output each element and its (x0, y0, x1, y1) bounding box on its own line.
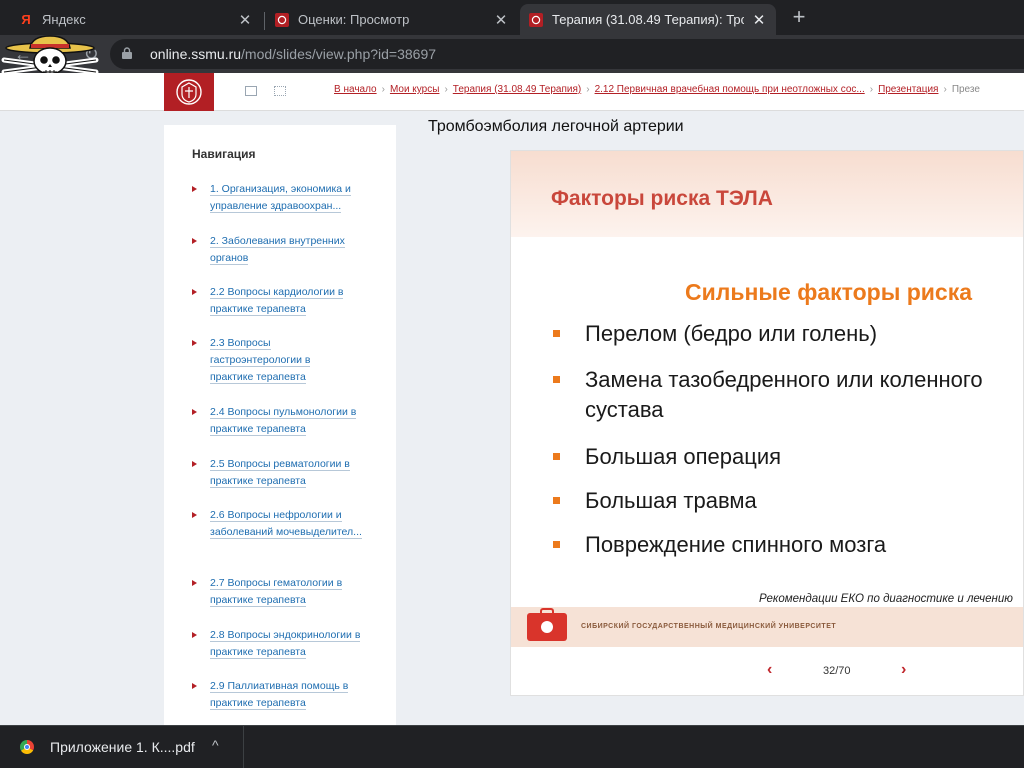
breadcrumb-section[interactable]: 2.12 Первичная врачебная помощь при неот… (595, 84, 865, 95)
triangle-right-icon (192, 461, 197, 467)
slide-bullet: Замена тазобедренного или коленного суста… (553, 365, 983, 425)
university-crest-icon (528, 12, 544, 28)
bullet-square-icon (553, 497, 560, 504)
chrome-icon (20, 740, 34, 754)
lock-icon (122, 47, 132, 59)
slide-bullet: Повреждение спинного мозга (553, 530, 886, 560)
nav-item-cardiology[interactable]: 2.2 Вопросы кардиологии в практике терап… (192, 284, 382, 318)
close-icon[interactable]: ✕ (492, 11, 510, 29)
tab-therapy-active[interactable]: Терапия (31.08.49 Терапия): Тро ✕ (520, 4, 776, 35)
nav-item-nephrology[interactable]: 2.6 Вопросы нефрологии и заболеваний моч… (192, 507, 364, 541)
tab-title: Оценки: Просмотр (298, 12, 410, 27)
university-name: СИБИРСКИЙ ГОСУДАРСТВЕННЫЙ МЕДИЦИНСКИЙ УН… (581, 623, 837, 630)
plus-icon[interactable]: + (786, 5, 812, 31)
triangle-right-icon (192, 289, 197, 295)
address-path: /mod/slides/view.php?id=38697 (241, 46, 437, 62)
yandex-favicon-icon: Я (21, 12, 31, 27)
tab-divider (264, 12, 265, 30)
bullet-square-icon (553, 541, 560, 548)
tab-yandex[interactable]: Я Яндекс ✕ (10, 4, 262, 35)
browser-tab-strip: Я Яндекс ✕ Оценки: Просмотр ✕ Терапия (3… (0, 0, 1024, 35)
triangle-right-icon (192, 340, 197, 346)
breadcrumb-home[interactable]: В начало (334, 84, 377, 95)
bullet-square-icon (553, 376, 560, 383)
tab-title: Терапия (31.08.49 Терапия): Тро (552, 12, 744, 27)
bullet-square-icon (553, 453, 560, 460)
nav-item-palliative-care[interactable]: 2.9 Паллиативная помощь в практике терап… (192, 678, 382, 712)
slide-subheading: Сильные факторы риска (685, 279, 973, 305)
slide-header: Факторы риска ТЭЛА (511, 151, 1023, 237)
slide-footer: СИБИРСКИЙ ГОСУДАРСТВЕННЫЙ МЕДИЦИНСКИЙ УН… (511, 607, 1023, 647)
breadcrumb-my-courses[interactable]: Мои курсы (390, 84, 440, 95)
chevron-right-icon[interactable]: › (901, 661, 906, 679)
nav-item-hematology[interactable]: 2.7 Вопросы гематологии в практике терап… (192, 575, 382, 609)
slide-heading: Факторы риска ТЭЛА (551, 187, 773, 210)
slide-pager: ‹ 32/70 › (511, 647, 1023, 695)
university-crest-icon[interactable] (164, 73, 214, 111)
triangle-right-icon (192, 512, 197, 518)
nav-item-internal-diseases[interactable]: 2. Заболевания внутренних органов (192, 233, 382, 267)
slide-body: Сильные факторы риска Перелом (бедро или… (511, 237, 1023, 607)
tab-title: Яндекс (42, 12, 86, 27)
mail-icon[interactable] (245, 86, 257, 96)
breadcrumb-presentation[interactable]: Презентация (878, 84, 938, 95)
triangle-right-icon (192, 238, 197, 244)
slide-counter: 32/70 (823, 665, 851, 677)
slide-reference: Рекомендации ЕКО по диагностике и лечени… (759, 593, 1013, 605)
nav-item-organization[interactable]: 1. Организация, экономика и управление з… (192, 181, 382, 215)
triangle-right-icon (192, 409, 197, 415)
slide-bullet: Большая травма (553, 486, 757, 516)
triangle-right-icon (192, 632, 197, 638)
chevron-left-icon[interactable]: ‹ (767, 661, 772, 679)
nav-item-pulmonology[interactable]: 2.4 Вопросы пульмонологии в практике тер… (192, 404, 382, 438)
triangle-right-icon (192, 683, 197, 689)
first-aid-kit-icon (527, 608, 567, 641)
slide-bullet: Большая операция (553, 442, 781, 472)
triangle-right-icon (192, 186, 197, 192)
address-bar[interactable]: online.ssmu.ru/mod/slides/view.php?id=38… (110, 39, 1024, 69)
navigation-title: Навигация (192, 147, 256, 161)
close-icon[interactable]: ✕ (236, 11, 254, 29)
chevron-up-icon[interactable]: ^ (212, 737, 219, 753)
download-item[interactable]: Приложение 1. К....pdf ^ (0, 726, 244, 768)
site-header: В начало › Мои курсы › Терапия (31.08.49 Тер… (0, 73, 1024, 111)
nav-item-gastroenterology[interactable]: 2.3 Вопросы гастроэнтерологии в практике… (192, 335, 342, 386)
straw-hat-skull-logo (0, 34, 100, 78)
address-url: online.ssmu.ru/mod/slides/view.php?id=38… (150, 46, 436, 62)
web-page: В начало › Мои курсы › Терапия (31.08.49 Тер… (0, 73, 1024, 725)
breadcrumb: В начало › Мои курсы › Терапия (31.08.49 Тер… (334, 84, 980, 95)
breadcrumb-course[interactable]: Терапия (31.08.49 Терапия) (453, 84, 581, 95)
nav-item-rheumatology[interactable]: 2.5 Вопросы ревматологии в практике тера… (192, 456, 382, 490)
navigation-block: Навигация 1. Организация, экономика и уп… (164, 125, 396, 725)
slide-bullet: Перелом (бедро или голень) (553, 319, 877, 349)
bullet-square-icon (553, 330, 560, 337)
triangle-right-icon (192, 580, 197, 586)
address-host: online.ssmu.ru (150, 46, 242, 62)
browser-toolbar: ← ↻ online.ssmu.ru/mod/slides/view.php?i… (0, 35, 1024, 73)
download-filename: Приложение 1. К....pdf (50, 739, 195, 755)
close-icon[interactable]: ✕ (750, 11, 768, 29)
grid-icon[interactable] (274, 86, 286, 96)
download-bar: Приложение 1. К....pdf ^ (0, 725, 1024, 768)
university-crest-icon (274, 12, 290, 28)
presentation-slide: Факторы риска ТЭЛА Сильные факторы риска… (510, 150, 1024, 696)
nav-item-endocrinology[interactable]: 2.8 Вопросы эндокринологии в практике те… (192, 627, 382, 661)
breadcrumb-current: Презе (951, 84, 980, 95)
page-title: Тромбоэмболия легочной артерии (428, 118, 684, 135)
tab-grades-view[interactable]: Оценки: Просмотр ✕ (266, 4, 518, 35)
